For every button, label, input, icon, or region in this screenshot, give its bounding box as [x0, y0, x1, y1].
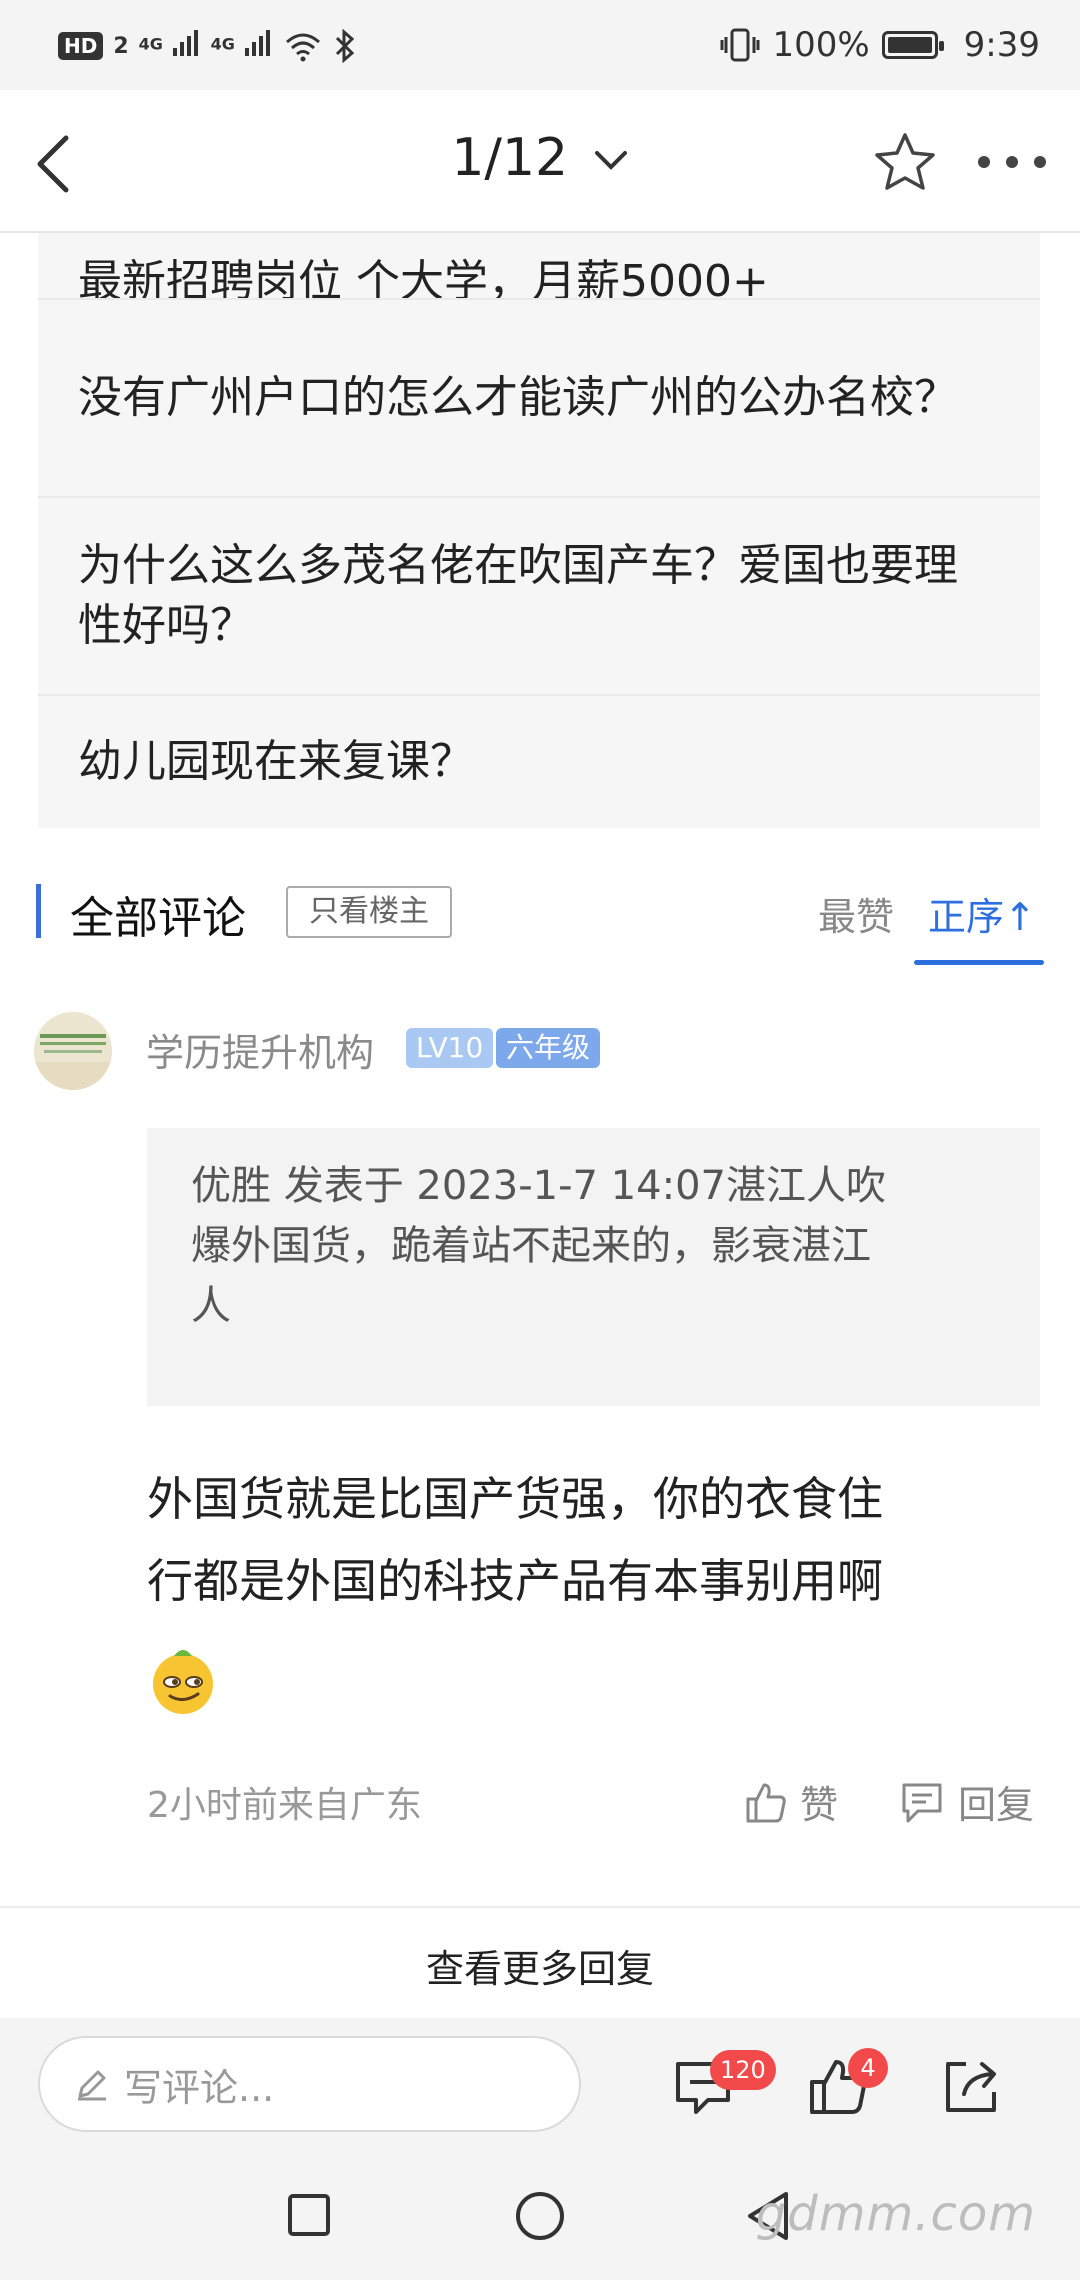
- comment-username[interactable]: 学历提升机构: [146, 1022, 374, 1077]
- recents-icon[interactable]: [286, 2192, 332, 2238]
- related-item-title: 没有广州户口的怎么才能读广州的公办名校？: [78, 372, 958, 423]
- more-dots-icon[interactable]: [974, 148, 1050, 176]
- comment-line: 外国货就是比国产货强，你的衣食住: [147, 1472, 883, 1526]
- battery-icon: [881, 31, 944, 59]
- reply-button[interactable]: 回复: [898, 1774, 1034, 1829]
- quoted-comment: 优胜 发表于 2023-1-7 14:07湛江人吹 爆外国货，跪着站不起来的，影…: [147, 1128, 1040, 1406]
- reply-icon: [902, 1783, 942, 1822]
- hd-indicator: HD: [58, 32, 104, 60]
- like-label: 赞: [800, 1783, 839, 1827]
- like-count-badge: 4: [848, 2048, 888, 2088]
- divider: [0, 1906, 1080, 1908]
- status-bar-left: HD 2 4G 4G: [58, 26, 357, 66]
- reply-label: 回复: [958, 1783, 1035, 1827]
- wifi-icon: [285, 33, 320, 62]
- watermark: gdmm.com: [755, 2186, 1036, 2242]
- active-tab-underline: [914, 960, 1044, 965]
- comment-input[interactable]: 写评论...: [38, 2036, 581, 2132]
- signal-icon-2: [244, 30, 270, 56]
- smirk-emoji-icon: [153, 1650, 213, 1714]
- comment-meta: 2小时前来自广东: [147, 1785, 422, 1826]
- battery-percent: 100%: [772, 25, 870, 65]
- comment-body: 外国货就是比国产货强，你的衣食住 行都是外国的科技产品有本事别用啊: [147, 1458, 1027, 1622]
- network-indicator-1: 4G: [139, 28, 201, 64]
- quote-line: 爆外国货，跪着站不起来的，影衰湛江: [191, 1223, 871, 1269]
- chevron-down-icon: [594, 151, 627, 170]
- signal-icon: [172, 30, 198, 56]
- related-item-title: 幼儿园现在来复课？: [78, 736, 474, 787]
- section-accent-bar: [36, 884, 41, 938]
- comment-count-badge: 120: [710, 2050, 776, 2090]
- level-badge: LV10: [406, 1028, 494, 1068]
- comment-input-placeholder: 写评论...: [124, 2065, 275, 2110]
- all-comments-title: 全部评论: [70, 893, 246, 944]
- quote-line: 人: [191, 1283, 231, 1329]
- related-item[interactable]: 幼儿园现在来复课？: [38, 696, 1040, 828]
- comment-line: 行都是外国的科技产品有本事别用啊: [147, 1554, 883, 1608]
- related-item[interactable]: 为什么这么多茂名佬在吹国产车？爱国也要理性好吗？: [38, 498, 1040, 694]
- clock: 9:39: [963, 25, 1040, 65]
- star-icon[interactable]: [872, 130, 938, 194]
- pencil-icon: [78, 2070, 106, 2101]
- sim-indicator: 2: [113, 33, 129, 59]
- related-item-title: 为什么这么多茂名佬在吹国产车？爱国也要理性好吗？: [78, 540, 958, 651]
- sort-hot-tab[interactable]: 最赞: [818, 886, 894, 941]
- view-more-replies-button[interactable]: 查看更多回复: [0, 1938, 1080, 1993]
- vibrate-icon: [720, 28, 760, 62]
- share-icon[interactable]: [940, 2056, 1002, 2118]
- status-bar-right: 100% 9:39: [720, 20, 1040, 70]
- avatar[interactable]: [34, 1012, 112, 1090]
- grade-badge: 六年级: [496, 1028, 601, 1068]
- bluetooth-icon: [335, 29, 354, 63]
- related-item-title: 最新招聘岗位 个大学，月薪5000+: [78, 256, 769, 298]
- sort-order-tab[interactable]: 正序↑: [928, 886, 1036, 941]
- only-op-button[interactable]: 只看楼主: [286, 886, 452, 938]
- home-icon[interactable]: [514, 2190, 566, 2242]
- related-item[interactable]: 没有广州户口的怎么才能读广州的公办名校？: [38, 300, 1040, 496]
- quote-line: 优胜 发表于 2023-1-7 14:07湛江人吹: [191, 1163, 886, 1209]
- thumbs-up-icon: [746, 1783, 786, 1822]
- network-indicator-2: 4G: [211, 28, 273, 64]
- like-button[interactable]: 赞: [742, 1774, 838, 1829]
